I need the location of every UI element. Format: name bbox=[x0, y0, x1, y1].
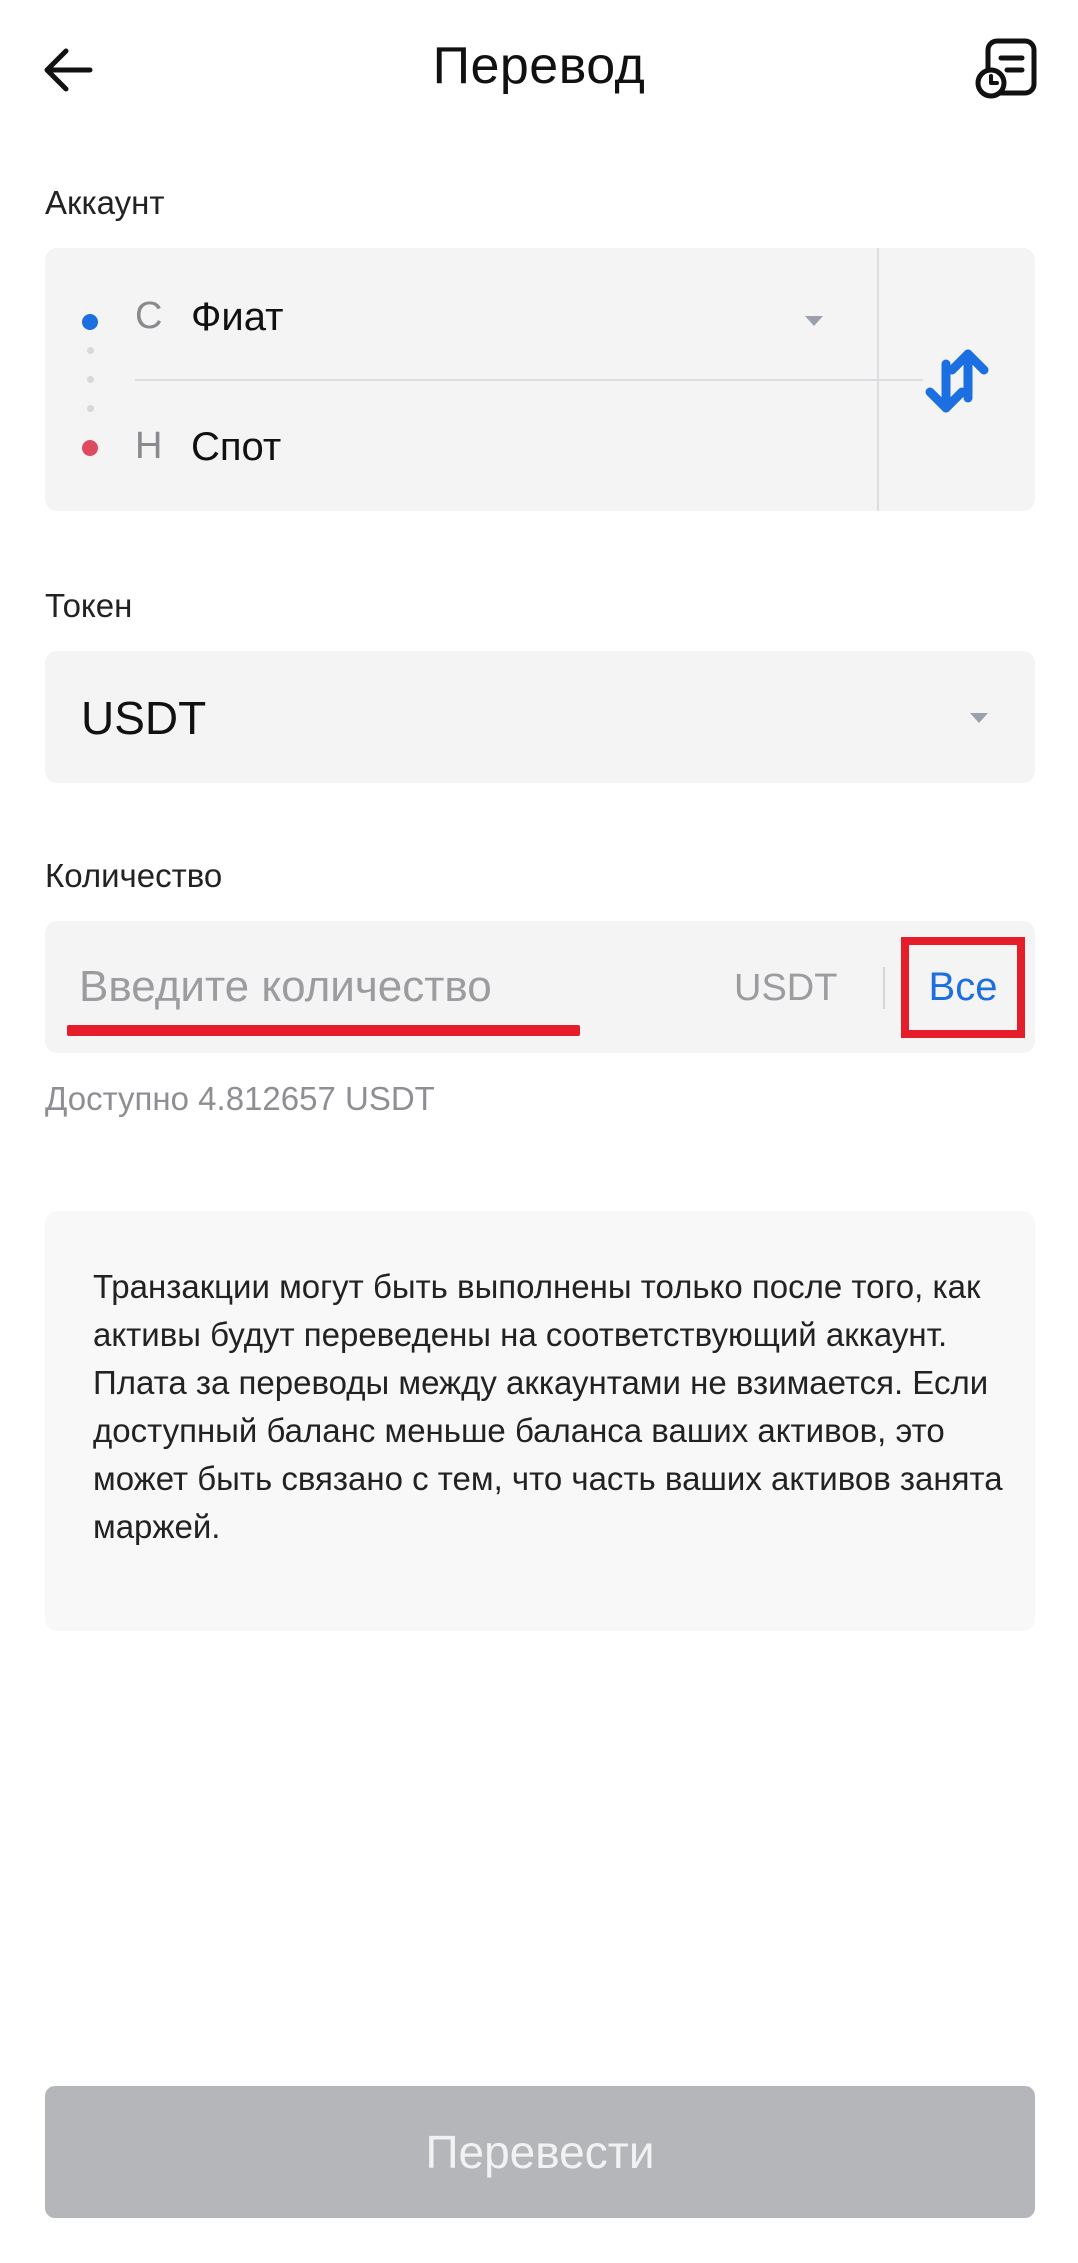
header: Перевод bbox=[0, 0, 1078, 140]
connector-dot bbox=[87, 347, 94, 354]
from-account-name: Фиат bbox=[191, 295, 284, 339]
info-notice: Транзакции могут быть выполнены только п… bbox=[45, 1211, 1035, 1631]
transfer-button[interactable]: Перевести bbox=[45, 2086, 1035, 2218]
from-account-select[interactable]: С Фиат bbox=[45, 258, 877, 378]
to-prefix: Н bbox=[135, 425, 163, 467]
account-divider bbox=[135, 379, 923, 381]
notice-text: Транзакции могут быть выполнены только п… bbox=[93, 1268, 1003, 1545]
to-account-name: Спот bbox=[191, 425, 282, 469]
from-prefix: С bbox=[135, 295, 163, 337]
highlight-underline bbox=[67, 1025, 580, 1036]
transfer-page: Перевод Аккаунт С Фиат Н Спот Токен USDT… bbox=[0, 0, 1078, 2263]
from-account-dot bbox=[82, 314, 98, 330]
swap-accounts-button[interactable] bbox=[879, 248, 1035, 511]
account-selector: С Фиат Н Спот bbox=[45, 248, 1035, 511]
page-title: Перевод bbox=[432, 37, 646, 95]
max-amount-label: Все bbox=[928, 965, 998, 1009]
amount-unit: USDT bbox=[734, 967, 838, 1009]
transfer-history-button[interactable] bbox=[974, 36, 1040, 102]
unit-divider bbox=[883, 967, 885, 1009]
transfer-history-icon bbox=[975, 38, 1037, 99]
to-account-select[interactable]: Н Спот bbox=[45, 390, 877, 510]
account-label: Аккаунт bbox=[45, 184, 165, 221]
connector-dot bbox=[87, 376, 94, 383]
chevron-down-icon bbox=[805, 316, 823, 326]
amount-input[interactable] bbox=[79, 951, 719, 1023]
token-select[interactable]: USDT bbox=[45, 651, 1035, 783]
token-value: USDT bbox=[81, 692, 207, 744]
max-amount-button[interactable]: Все bbox=[901, 937, 1025, 1038]
available-balance: Доступно 4.812657 USDT bbox=[45, 1080, 435, 1117]
chevron-down-icon bbox=[970, 713, 988, 723]
token-label: Токен bbox=[45, 587, 133, 624]
amount-label: Количество bbox=[45, 857, 223, 894]
amount-field: USDT Все bbox=[45, 921, 1035, 1053]
to-account-dot bbox=[82, 440, 98, 456]
swap-arrows-icon bbox=[925, 349, 989, 413]
